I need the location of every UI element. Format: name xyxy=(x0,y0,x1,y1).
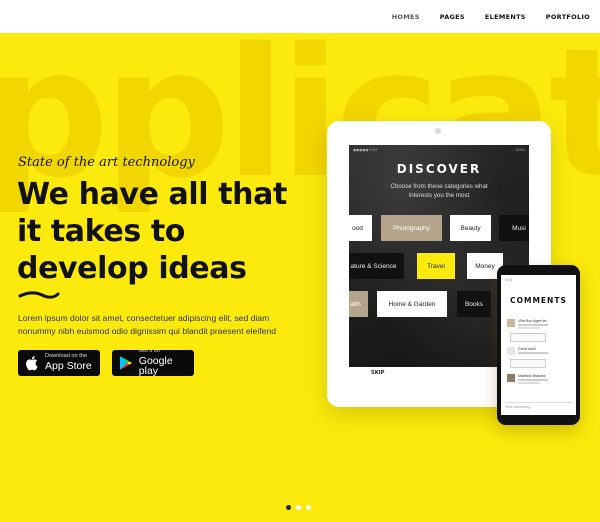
category-tile-nature-science[interactable]: ature & Science xyxy=(349,253,404,279)
category-tile-books[interactable]: Books xyxy=(457,291,491,317)
top-nav: HOMES PAGES ELEMENTS PORTFOLIO xyxy=(0,0,600,33)
hero-section: pplicat State of the art technology We h… xyxy=(0,33,600,522)
slide-dot-1[interactable] xyxy=(286,505,291,510)
comment-author: Villa Ron Agee fet xyxy=(518,319,547,323)
comment-text-line xyxy=(518,327,540,329)
phone-screen: 9:41 COMMENTS Villa Ron Agee fet Great s… xyxy=(501,275,576,415)
comment-input[interactable]: Write something... xyxy=(505,402,572,410)
tablet-camera xyxy=(435,128,441,134)
nav-link-portfolio[interactable]: PORTFOLIO xyxy=(546,13,590,21)
headline-line-1: We have all that xyxy=(17,177,287,212)
discover-subtitle: Choose from these categories what intere… xyxy=(390,183,488,199)
nav-link-elements[interactable]: ELEMENTS xyxy=(485,13,526,21)
comment-author: Matthew Brasera xyxy=(518,374,546,378)
category-tile-food[interactable]: ood xyxy=(349,215,372,241)
google-play-icon xyxy=(119,356,133,370)
category-tile-health[interactable]: alth xyxy=(349,291,368,317)
phone-mockup: 9:41 COMMENTS Villa Ron Agee fet Great s… xyxy=(497,265,580,425)
slider-pagination xyxy=(286,505,311,510)
tablet-status-left: ●●●●● 9:41 xyxy=(353,148,378,152)
app-store-button[interactable]: Download on the App Store xyxy=(18,350,100,376)
avatar xyxy=(507,374,515,382)
google-play-button[interactable]: Get it on Google play xyxy=(112,348,194,378)
headline-line-3: develop ideas xyxy=(17,251,247,286)
nav-links: HOMES PAGES ELEMENTS PORTFOLIO xyxy=(392,0,590,33)
comment-item: Matthew Brasera xyxy=(507,374,569,386)
comment-item: Great shot! xyxy=(507,347,569,359)
comment-reply-box xyxy=(510,333,546,342)
hero-tagline: State of the art technology xyxy=(18,155,195,170)
headline-line-2: it takes to xyxy=(17,214,185,249)
comment-item: Villa Ron Agee fet xyxy=(507,319,569,331)
comment-text-line xyxy=(518,379,548,381)
comment-author: Great shot! xyxy=(518,347,536,351)
avatar xyxy=(507,319,515,327)
discover-title: DISCOVER xyxy=(396,162,482,176)
squiggle-divider-icon xyxy=(18,291,60,299)
avatar xyxy=(507,347,515,355)
google-play-big-label: Google play xyxy=(138,354,173,378)
skip-button[interactable]: SKIP xyxy=(371,370,385,376)
hero-headline: We have all that it takes to develop ide… xyxy=(17,176,317,287)
comment-text-line xyxy=(518,324,548,326)
apple-icon xyxy=(26,356,38,371)
comments-title: COMMENTS xyxy=(510,296,567,305)
phone-status: 9:41 xyxy=(505,278,513,282)
google-play-small-label: Get it on xyxy=(138,348,160,355)
category-tile-travel[interactable]: Travel xyxy=(417,253,455,279)
nav-link-homes[interactable]: HOMES xyxy=(392,13,420,21)
nav-link-pages[interactable]: PAGES xyxy=(440,13,465,21)
comment-text-line xyxy=(518,382,540,384)
comment-text-line xyxy=(518,352,548,354)
category-tile-home-garden[interactable]: Home & Garden xyxy=(377,291,447,317)
comment-reply-box xyxy=(510,359,546,368)
category-tile-beauty[interactable]: Beauty xyxy=(450,215,491,241)
tablet-status-right: 100% xyxy=(514,148,525,152)
slide-dot-3[interactable] xyxy=(306,505,311,510)
category-tile-photography[interactable]: Photography xyxy=(381,215,442,241)
hero-lead-text: Lorem ipsum dolor sit amet, consectetuer… xyxy=(18,313,276,336)
slide-dot-2[interactable] xyxy=(296,505,301,510)
category-tile-music[interactable]: Musi xyxy=(499,215,529,241)
app-store-big-label: App Store xyxy=(45,360,92,373)
